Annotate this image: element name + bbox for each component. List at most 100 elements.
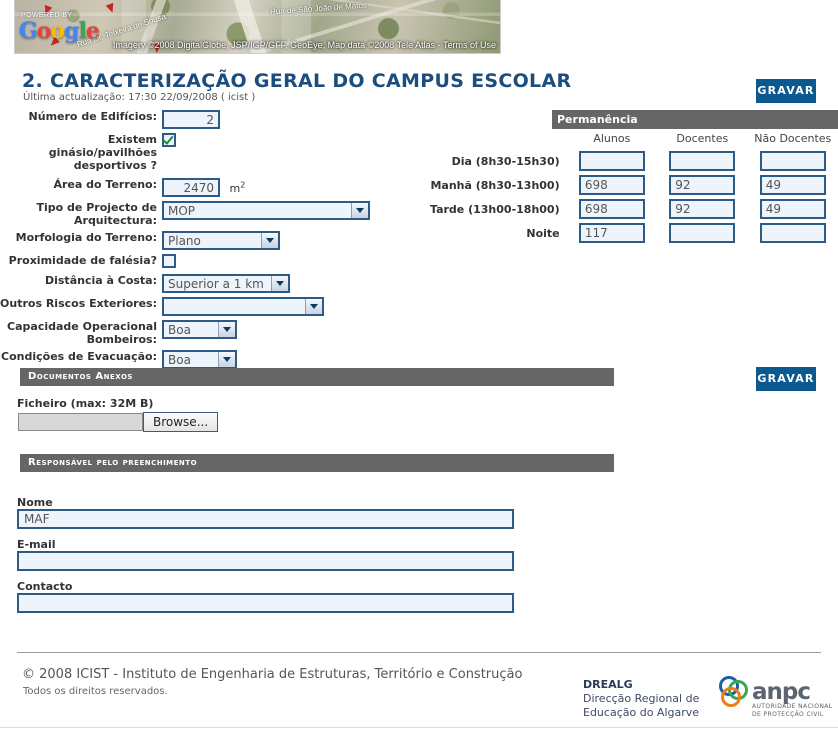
row-label-noite: Noite (526, 226, 560, 240)
outros-riscos-select[interactable] (162, 297, 324, 316)
label-email: E-mail (17, 538, 56, 551)
input-tarde-nao-docentes[interactable] (759, 199, 826, 219)
label-morfologia: Morfologia do Terreno: (15, 231, 157, 244)
cell-noite-docentes (657, 221, 747, 245)
label-area-terreno: Área do Terreno: (53, 178, 157, 191)
tipo-projecto-select[interactable]: MOP (162, 201, 370, 220)
input-tarde-alunos[interactable] (578, 199, 645, 219)
copyright-text: © 2008 ICIST - Instituto de Engenharia d… (22, 667, 523, 682)
input-noite-alunos[interactable] (578, 223, 645, 243)
label-falesia: Proximidade de falésia? (8, 254, 157, 267)
field-row-falesia: Proximidade de falésia? (0, 254, 430, 268)
label-contacto: Contacto (17, 580, 73, 593)
row-label-dia: Dia (8h30-15h30) (451, 154, 560, 168)
control-tipo-projecto: MOP (162, 201, 430, 220)
control-distancia-costa: Superior a 1 km (162, 274, 430, 293)
input-dia-alunos[interactable] (578, 151, 645, 171)
capacidade-bombeiros-value: Boa (168, 323, 191, 337)
input-manha-alunos[interactable] (578, 175, 645, 195)
cell-manha-alunos (567, 173, 657, 197)
characterization-form: Número de Edifícios: Existem ginásio/pav… (0, 110, 430, 373)
contacto-input[interactable] (17, 593, 514, 613)
file-path-field[interactable] (18, 413, 143, 431)
field-row-capacidade-bombeiros: Capacidade Operacional Bombeiros: Boa (0, 320, 430, 346)
permanencia-table: Alunos Docentes Não Docentes Dia (8h30-1… (430, 130, 838, 245)
field-row-distancia-costa: Distância à Costa: Superior a 1 km (0, 274, 430, 293)
map-attribution[interactable]: Imagery ©2008 DigitalGlobe, JSP/IGP/GFF,… (20, 40, 496, 50)
tipo-projecto-value: MOP (168, 204, 196, 218)
field-row-num-edificios: Número de Edifícios: (0, 110, 430, 129)
label-distancia-costa: Distância à Costa: (44, 274, 157, 287)
chevron-down-icon[interactable] (218, 352, 235, 367)
anpc-logo: anpc AUTORIDADE NACIONAL DE PROTECÇÃO CI… (716, 672, 832, 722)
cell-tarde-alunos (567, 197, 657, 221)
control-outros-riscos (162, 297, 430, 316)
anpc-subtitle-line2: DE PROTECÇÃO CIVIL (752, 711, 824, 718)
page-title: 2. CARACTERIZAÇÃO GERAL DO CAMPUS ESCOLA… (22, 70, 572, 92)
falesia-checkbox[interactable] (162, 254, 176, 268)
field-row-outros-riscos: Outros Riscos Exteriores: (0, 297, 430, 316)
control-morfologia: Plano (162, 231, 430, 250)
area-unit-exponent: 2 (240, 179, 246, 189)
label-ficheiro: Ficheiro (max: 32M B) (17, 397, 154, 410)
chevron-down-icon[interactable] (218, 322, 235, 337)
table-header-row: Alunos Docentes Não Docentes (430, 130, 838, 149)
cell-tarde-docentes (657, 197, 747, 221)
input-dia-docentes[interactable] (669, 151, 736, 171)
input-tarde-docentes[interactable] (669, 199, 736, 219)
row-label-manha: Manhã (8h30-13h00) (430, 178, 560, 192)
distancia-costa-select[interactable]: Superior a 1 km (162, 274, 290, 293)
drealg-line2: Educação do Algarve (583, 706, 700, 719)
save-button-top[interactable]: GRAVAR (756, 79, 816, 103)
num-edificios-input[interactable] (162, 110, 220, 129)
table-row: Dia (8h30-15h30) (430, 149, 838, 173)
condicoes-evacuacao-select[interactable]: Boa (162, 350, 237, 369)
input-dia-nao-docentes[interactable] (759, 151, 826, 171)
control-area-terreno: m2 (162, 178, 430, 197)
table-corner-cell (430, 130, 567, 149)
label-outros-riscos: Outros Riscos Exteriores: (0, 297, 157, 310)
morfologia-select[interactable]: Plano (162, 231, 280, 250)
browse-button[interactable]: Browse... (143, 412, 219, 432)
input-noite-docentes[interactable] (669, 223, 736, 243)
anpc-wordmark: anpc (752, 679, 811, 705)
google-logo[interactable]: Google (19, 20, 100, 42)
chevron-down-icon[interactable] (271, 276, 288, 291)
cell-manha-docentes (657, 173, 747, 197)
field-row-condicoes-evacuacao: Condições de Evacuação: Boa (0, 350, 430, 369)
drealg-logo-text: DREALG Direcção Regional de Educação do … (583, 678, 699, 720)
input-manha-nao-docentes[interactable] (759, 175, 826, 195)
outros-riscos-value (164, 299, 305, 314)
label-num-edificios: Número de Edifícios: (28, 110, 157, 123)
chevron-down-icon[interactable] (351, 203, 368, 218)
label-tipo-projecto: Tipo de Projecto de Arquitectura: (36, 201, 157, 227)
cell-noite-alunos (567, 221, 657, 245)
control-ginasio (162, 133, 430, 147)
last-update-text: Última actualização: 17:30 22/09/2008 ( … (23, 92, 256, 103)
distancia-costa-value: Superior a 1 km (168, 277, 264, 291)
input-noite-nao-docentes[interactable] (759, 223, 826, 243)
rights-text: Todos os direitos reservados. (23, 686, 168, 697)
field-row-tipo-projecto: Tipo de Projecto de Arquitectura: MOP (0, 201, 430, 227)
label-condicoes-evacuacao: Condições de Evacuação: (1, 350, 157, 363)
table-row: Noite (430, 221, 838, 245)
map-banner[interactable]: Rua Dr. Teixeira de Sousa Rua de São Joã… (14, 0, 501, 54)
input-manha-docentes[interactable] (669, 175, 736, 195)
chevron-down-icon[interactable] (261, 233, 278, 248)
cell-dia-alunos (567, 149, 657, 173)
page-bottom-divider (0, 727, 838, 728)
ginasio-checkbox[interactable] (162, 133, 176, 147)
capacidade-bombeiros-select[interactable]: Boa (162, 320, 237, 339)
save-button-documentos[interactable]: GRAVAR (756, 367, 816, 391)
field-row-ginasio: Existem ginásio/pavilhões desportivos ? (0, 133, 430, 172)
area-terreno-input[interactable] (162, 178, 220, 197)
chevron-down-icon[interactable] (305, 299, 322, 314)
table-row: Tarde (13h00-18h00) (430, 197, 838, 221)
morfologia-value: Plano (168, 234, 201, 248)
nome-input[interactable] (17, 509, 514, 529)
cell-noite-nao-docentes (748, 221, 838, 245)
email-input[interactable] (17, 551, 514, 571)
control-falesia (162, 254, 430, 268)
field-row-morfologia: Morfologia do Terreno: Plano (0, 231, 430, 250)
cell-dia-docentes (657, 149, 747, 173)
